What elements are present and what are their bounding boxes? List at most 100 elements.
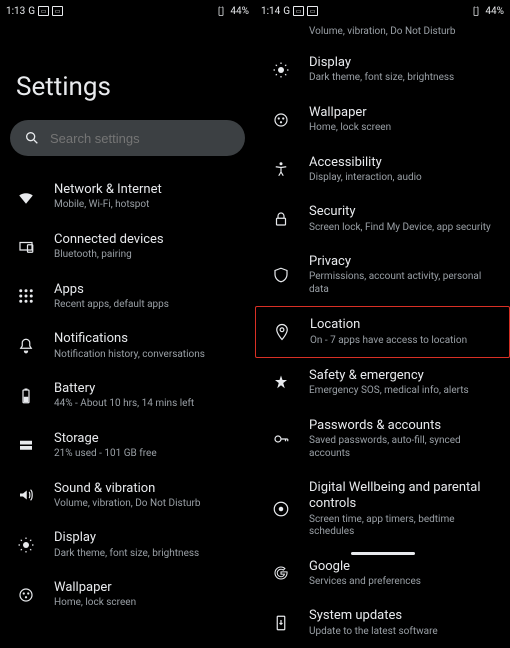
status-pill-icon: ▭ [293,6,304,16]
row-title: Display [309,55,498,71]
row-subtitle: Bluetooth, pairing [54,249,243,262]
status-time: 1:14 [261,6,280,17]
passwords-icon [271,430,291,448]
status-carrier: G [283,6,290,17]
wifi-icon [16,188,36,206]
row-title: Apps [54,282,243,298]
display-icon [16,536,36,554]
search-input[interactable] [50,131,231,146]
row-text: Location On - 7 apps have access to locat… [310,317,497,347]
row-title: Wallpaper [54,580,243,596]
row-text: PrivacyPermissions, account activity, pe… [309,254,498,296]
row-title: Privacy [309,254,498,270]
row-text: AppsRecent apps, default apps [54,282,243,312]
row-text: Digital Wellbeing and parental controlsS… [309,480,498,539]
row-title: Storage [54,431,243,447]
row-title: Safety & emergency [309,368,498,384]
battery-status-icon [215,5,227,17]
row-text: Battery44% - About 10 hrs, 14 mins left [54,381,243,411]
status-bar: 1:13 G ▭ ▭ 44% [0,0,255,22]
settings-row-display[interactable]: DisplayDark theme, font size, brightness [255,45,510,95]
battery-percent: 44% [230,6,249,17]
wifi-status-icon [455,5,467,17]
wallpaper-icon [271,111,291,129]
settings-row-connected-devices[interactable]: Connected devicesBluetooth, pairing [0,222,255,272]
apps-icon [16,287,36,305]
settings-screen-right: 1:14 G ▭ ▭ 44% Volume, vibration, Do Not… [255,0,510,560]
storage-icon [16,437,36,455]
search-icon [24,130,40,146]
settings-row-location[interactable]: Location On - 7 apps have access to locat… [255,306,510,358]
settings-row-accessibility[interactable]: AccessibilityDisplay, interaction, audio [255,145,510,195]
system-update-icon [271,614,291,632]
row-subtitle: Volume, vibration, Do Not Disturb [54,498,243,511]
settings-row-wallpaper[interactable]: WallpaperHome, lock screen [0,570,255,620]
google-icon [271,564,291,582]
status-pill-icon: ▭ [52,6,63,16]
battery-status-icon [470,5,482,17]
row-text: Connected devicesBluetooth, pairing [54,232,243,262]
settings-row-storage[interactable]: Storage21% used - 101 GB free [0,421,255,471]
row-subtitle: On - 7 apps have access to location [310,335,497,348]
settings-row-privacy[interactable]: PrivacyPermissions, account activity, pe… [255,244,510,306]
row-subtitle: Screen lock, Find My Device, app securit… [309,222,498,235]
settings-row-battery[interactable]: Battery44% - About 10 hrs, 14 mins left [0,371,255,421]
battery-icon [16,387,36,405]
row-title: Accessibility [309,155,498,171]
row-subtitle: Recent apps, default apps [54,299,243,312]
row-title: Connected devices [54,232,243,248]
settings-row-safety-emergency[interactable]: Safety & emergencyEmergency SOS, medical… [255,358,510,408]
row-title: System updates [309,608,498,624]
row-title: Notifications [54,331,243,347]
row-text: NotificationsNotification history, conve… [54,331,243,361]
wellbeing-icon [271,500,291,518]
settings-row-notifications[interactable]: NotificationsNotification history, conve… [0,321,255,371]
row-subtitle: Mobile, Wi-Fi, hotspot [54,199,243,212]
row-subtitle: 44% - About 10 hrs, 14 mins left [54,398,243,411]
settings-row-display[interactable]: Display Dark theme, font size, brightness [0,520,255,570]
settings-row-digital-wellbeing-and-parental-controls[interactable]: Digital Wellbeing and parental controlsS… [255,470,510,549]
row-text: Display Dark theme, font size, brightness [54,530,243,560]
row-subtitle: Dark theme, font size, brightness [54,548,243,561]
home-indicator[interactable] [351,552,415,555]
row-subtitle: Saved passwords, auto-fill, synced accou… [309,435,498,460]
settings-row-apps[interactable]: AppsRecent apps, default apps [0,272,255,322]
wallpaper-icon [16,586,36,604]
row-text: Network & InternetMobile, Wi-Fi, hotspot [54,182,243,212]
settings-row-passwords-accounts[interactable]: Passwords & accountsSaved passwords, aut… [255,408,510,470]
row-text: Safety & emergencyEmergency SOS, medical… [309,368,498,398]
settings-row-system-updates[interactable]: System updatesUpdate to the latest softw… [255,598,510,648]
settings-list-right: DisplayDark theme, font size, brightness… [255,45,510,648]
row-title: Battery [54,381,243,397]
settings-row-security[interactable]: SecurityScreen lock, Find My Device, app… [255,194,510,244]
row-subtitle: Services and preferences [309,576,498,589]
display-icon [271,61,291,79]
row-title: Location [310,317,497,333]
settings-list-left: Network & InternetMobile, Wi-Fi, hotspot… [0,172,255,620]
row-text: WallpaperHome, lock screen [54,580,243,610]
row-text: WallpaperHome, lock screen [309,105,498,135]
emergency-icon [271,374,291,392]
row-subtitle: Dark theme, font size, brightness [309,72,498,85]
settings-row-network-internet[interactable]: Network & InternetMobile, Wi-Fi, hotspot [0,172,255,222]
status-carrier: G [28,6,35,17]
row-title: Google [309,559,498,575]
settings-row-sound-vibration[interactable]: Sound & vibrationVolume, vibration, Do N… [0,471,255,521]
row-title: Sound & vibration [54,481,243,497]
row-title: Passwords & accounts [309,418,498,434]
row-text: Storage21% used - 101 GB free [54,431,243,461]
row-subtitle: Permissions, account activity, personal … [309,271,498,296]
row-text: SecurityScreen lock, Find My Device, app… [309,204,498,234]
row-text: Sound & vibrationVolume, vibration, Do N… [54,481,243,511]
row-subtitle: Home, lock screen [54,597,243,610]
sound-icon [16,486,36,504]
row-text: System updatesUpdate to the latest softw… [309,608,498,638]
status-time: 1:13 [6,6,25,17]
row-title: Display [54,530,243,546]
row-text: GoogleServices and preferences [309,559,498,589]
settings-row-google[interactable]: GoogleServices and preferences [255,549,510,599]
settings-row-wallpaper[interactable]: WallpaperHome, lock screen [255,95,510,145]
search-bar[interactable] [10,120,245,156]
status-pill-icon: ▭ [307,6,318,16]
status-pill-icon: ▭ [38,6,49,16]
